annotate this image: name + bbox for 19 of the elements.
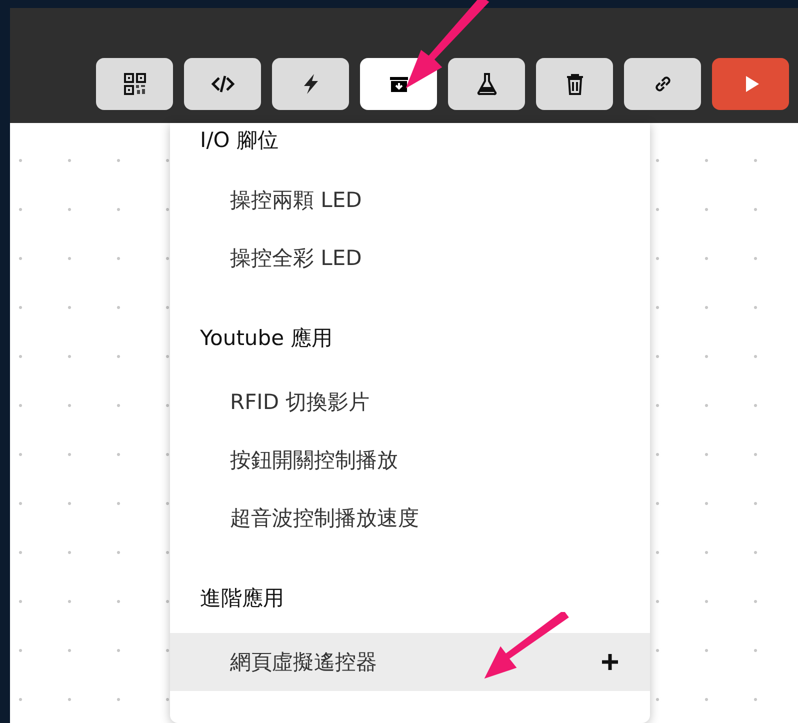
menu-item[interactable]: 超音波控制播放速度	[170, 489, 650, 547]
menu-item[interactable]: 按鈕開關控制播放	[170, 431, 650, 489]
menu-item[interactable]: 操控全彩 LED	[170, 229, 650, 287]
qr-code-icon	[122, 72, 146, 96]
toolbar-button[interactable]	[184, 58, 261, 110]
toolbar-button[interactable]	[624, 58, 701, 110]
plus-icon[interactable]	[600, 652, 620, 672]
toolbar-button[interactable]	[272, 58, 349, 110]
run-button[interactable]	[712, 58, 789, 110]
toolbar-button[interactable]	[448, 58, 525, 110]
menu-section-header: Youtube 應用	[199, 325, 334, 352]
toolbar-button[interactable]	[536, 58, 613, 110]
flask-icon	[474, 72, 498, 96]
toolbar-button[interactable]	[96, 58, 173, 110]
menu-item[interactable]: 網頁虛擬遙控器	[170, 633, 650, 691]
menu-item[interactable]: 操控兩顆 LED	[170, 171, 650, 229]
menu-item[interactable]: RFID 切換影片	[170, 373, 650, 431]
menu-section-header: 進階應用	[199, 585, 285, 612]
menu-section-header: I/O 腳位	[199, 127, 280, 154]
